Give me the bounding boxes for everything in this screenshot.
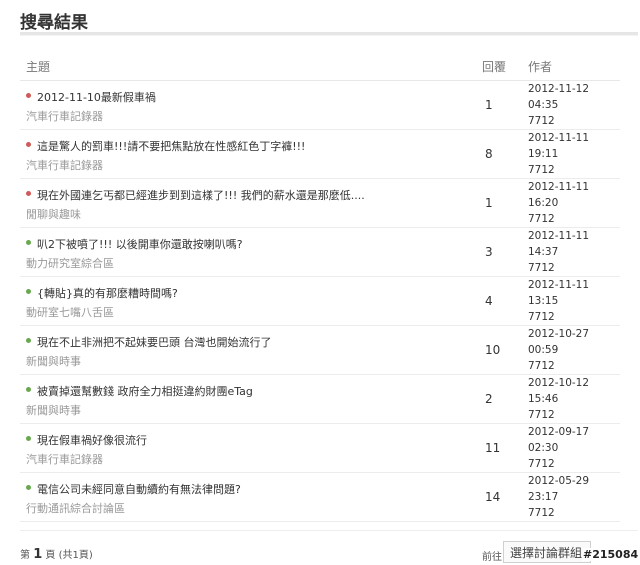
post-date: 2012-10-27 00:59 [528,328,590,356]
table-row: 叭2下被噴了!!! 以後開車你還敢按喇叭嗎? 動力研究室綜合區 3 2012-11-1… [20,227,620,277]
footer-divider [20,530,638,531]
table-row: 這是驚人的罰車!!!請不要把焦點放在性感紅色丁字褲!!! 汽車行車記錄器 8 2012… [20,129,620,179]
forum-select[interactable]: 選擇討論群組 [503,541,591,563]
forum-link[interactable]: 汽車行車記錄器 [26,451,482,467]
forum-link[interactable]: 行動通訊綜合討論區 [26,500,482,516]
page-info-prefix: 第 [20,550,30,561]
topic-link[interactable]: 叭2下被噴了!!! 以後開車你還敢按喇叭嗎? [37,238,243,251]
author-link[interactable]: 7712 [528,407,620,423]
status-dot-icon [26,338,31,343]
author-cell: 2012-11-12 04:35 7712 [528,80,620,130]
topic-link[interactable]: 現在不止非洲把不起妹要巴頭 台灣也開始流行了 [37,336,272,349]
title-divider [20,32,638,36]
forum-link[interactable]: 新聞與時事 [26,353,482,369]
status-dot-icon [26,93,31,98]
author-cell: 2012-11-11 14:37 7712 [528,227,620,277]
subject-cell: 電信公司未經同意自動續約有無法律問題? 行動通訊綜合討論區 [20,472,482,522]
post-date: 2012-11-11 13:15 [528,279,590,307]
post-date: 2012-09-17 02:30 [528,426,590,454]
subject-cell: 現在外國連乞丐都已經進步到到這樣了!!! 我們的薪水還是那麼低.... 閒聊與趣味 [20,178,482,228]
forum-link[interactable]: 動研室七嘴八舌區 [26,304,482,320]
watermark: #215084 [582,548,640,561]
status-dot-icon [26,387,31,392]
page-info: 第 1 頁 (共1頁) [20,546,93,562]
table-header-row: 主題 回覆 作者 [20,52,620,81]
author-cell: 2012-10-12 15:46 7712 [528,374,620,424]
author-link[interactable]: 7712 [528,260,620,276]
table-row: 電信公司未經同意自動續約有無法律問題? 行動通訊綜合討論區 14 2012-05-29… [20,472,620,522]
topic-link[interactable]: 現在假車禍好像很流行 [37,434,147,447]
reply-count: 11 [482,423,528,473]
subject-cell: 被賣掉還幫數錢 政府全力相挺違約財團eTag 新聞與時事 [20,374,482,424]
subject-cell: 這是驚人的罰車!!!請不要把焦點放在性感紅色丁字褲!!! 汽車行車記錄器 [20,129,482,179]
forum-link[interactable]: 汽車行車記錄器 [26,108,482,124]
reply-count: 14 [482,472,528,522]
header-author: 作者 [528,52,620,81]
author-cell: 2012-09-17 02:30 7712 [528,423,620,473]
status-dot-icon [26,436,31,441]
table-row: 2012-11-10最新假車禍汽車行車記錄器 1 2012-11-12 04:35 7… [20,80,620,130]
reply-count: 10 [482,325,528,375]
reply-count: 1 [482,80,528,130]
post-date: 2012-05-29 23:17 [528,475,590,503]
author-link[interactable]: 7712 [528,358,620,374]
post-date: 2012-11-11 16:20 [528,181,590,209]
topic-link[interactable]: 被賣掉還幫數錢 政府全力相挺違約財團eTag [37,385,253,398]
status-dot-icon [26,289,31,294]
forum-link[interactable]: 動力研究室綜合區 [26,255,482,271]
author-cell: 2012-05-29 23:17 7712 [528,472,620,522]
author-cell: 2012-11-11 13:15 7712 [528,276,620,326]
author-link[interactable]: 7712 [528,113,620,129]
topic-link[interactable]: {轉貼}真的有那麼糟時間嗎? [37,287,178,300]
status-dot-icon [26,142,31,147]
reply-count: 3 [482,227,528,277]
subject-cell: {轉貼}真的有那麼糟時間嗎? 動研室七嘴八舌區 [20,276,482,326]
topic-link[interactable]: 現在外國連乞丐都已經進步到到這樣了!!! 我們的薪水還是那麼低.... [37,189,365,202]
results-table: 主題 回覆 作者 2012-11-10最新假車禍 汽車行車記錄器 1 2012-11-… [20,52,620,522]
post-date: 2012-11-11 19:11 [528,132,590,160]
goto-label: 前往 [482,552,502,563]
subject-cell: 叭2下被噴了!!! 以後開車你還敢按喇叭嗎? 動力研究室綜合區 [20,227,482,277]
table-row: {轉貼}真的有那麼糟時間嗎? 動研室七嘴八舌區 4 2012-11-11 13:15 7… [20,276,620,326]
page-title: 搜尋結果 [20,13,88,33]
header-subject: 主題 [20,52,482,81]
post-date: 2012-10-12 15:46 [528,377,590,405]
author-cell: 2012-11-11 16:20 7712 [528,178,620,228]
author-cell: 2012-11-11 19:11 7712 [528,129,620,179]
topic-link[interactable]: 電信公司未經同意自動續約有無法律問題? [37,483,241,496]
table-row: 被賣掉還幫數錢 政府全力相挺違約財團eTag 新聞與時事 2 2012-10-12 1… [20,374,620,424]
topic-link[interactable]: 這是驚人的罰車!!!請不要把焦點放在性感紅色丁字褲!!! [37,140,305,153]
reply-count: 8 [482,129,528,179]
status-dot-icon [26,191,31,196]
reply-count: 4 [482,276,528,326]
current-page-number: 1 [33,547,43,562]
subject-cell: 2012-11-10最新假車禍汽車行車記錄器 [20,80,482,130]
table-row: 現在外國連乞丐都已經進步到到這樣了!!! 我們的薪水還是那麼低.... 閒聊與趣味… [20,178,620,228]
subject-cell: 現在假車禍好像很流行汽車行車記錄器 [20,423,482,473]
reply-count: 2 [482,374,528,424]
author-cell: 2012-10-27 00:59 7712 [528,325,620,375]
topic-link[interactable]: 2012-11-10最新假車禍 [37,91,156,104]
author-link[interactable]: 7712 [528,211,620,227]
forum-link[interactable]: 閒聊與趣味 [26,206,482,222]
author-link[interactable]: 7712 [528,309,620,325]
author-link[interactable]: 7712 [528,505,620,521]
subject-cell: 現在不止非洲把不起妹要巴頭 台灣也開始流行了新聞與時事 [20,325,482,375]
status-dot-icon [26,485,31,490]
forum-link[interactable]: 新聞與時事 [26,402,482,418]
header-replies: 回覆 [482,52,528,81]
author-link[interactable]: 7712 [528,162,620,178]
author-link[interactable]: 7712 [528,456,620,472]
reply-count: 1 [482,178,528,228]
status-dot-icon [26,240,31,245]
table-row: 現在假車禍好像很流行汽車行車記錄器 11 2012-09-17 02:30 7712 [20,423,620,473]
post-date: 2012-11-12 04:35 [528,83,590,111]
page-info-suffix: 頁 (共1頁) [45,550,93,561]
forum-link[interactable]: 汽車行車記錄器 [26,157,482,173]
table-row: 現在不止非洲把不起妹要巴頭 台灣也開始流行了新聞與時事 10 2012-10-27 … [20,325,620,375]
post-date: 2012-11-11 14:37 [528,230,590,258]
